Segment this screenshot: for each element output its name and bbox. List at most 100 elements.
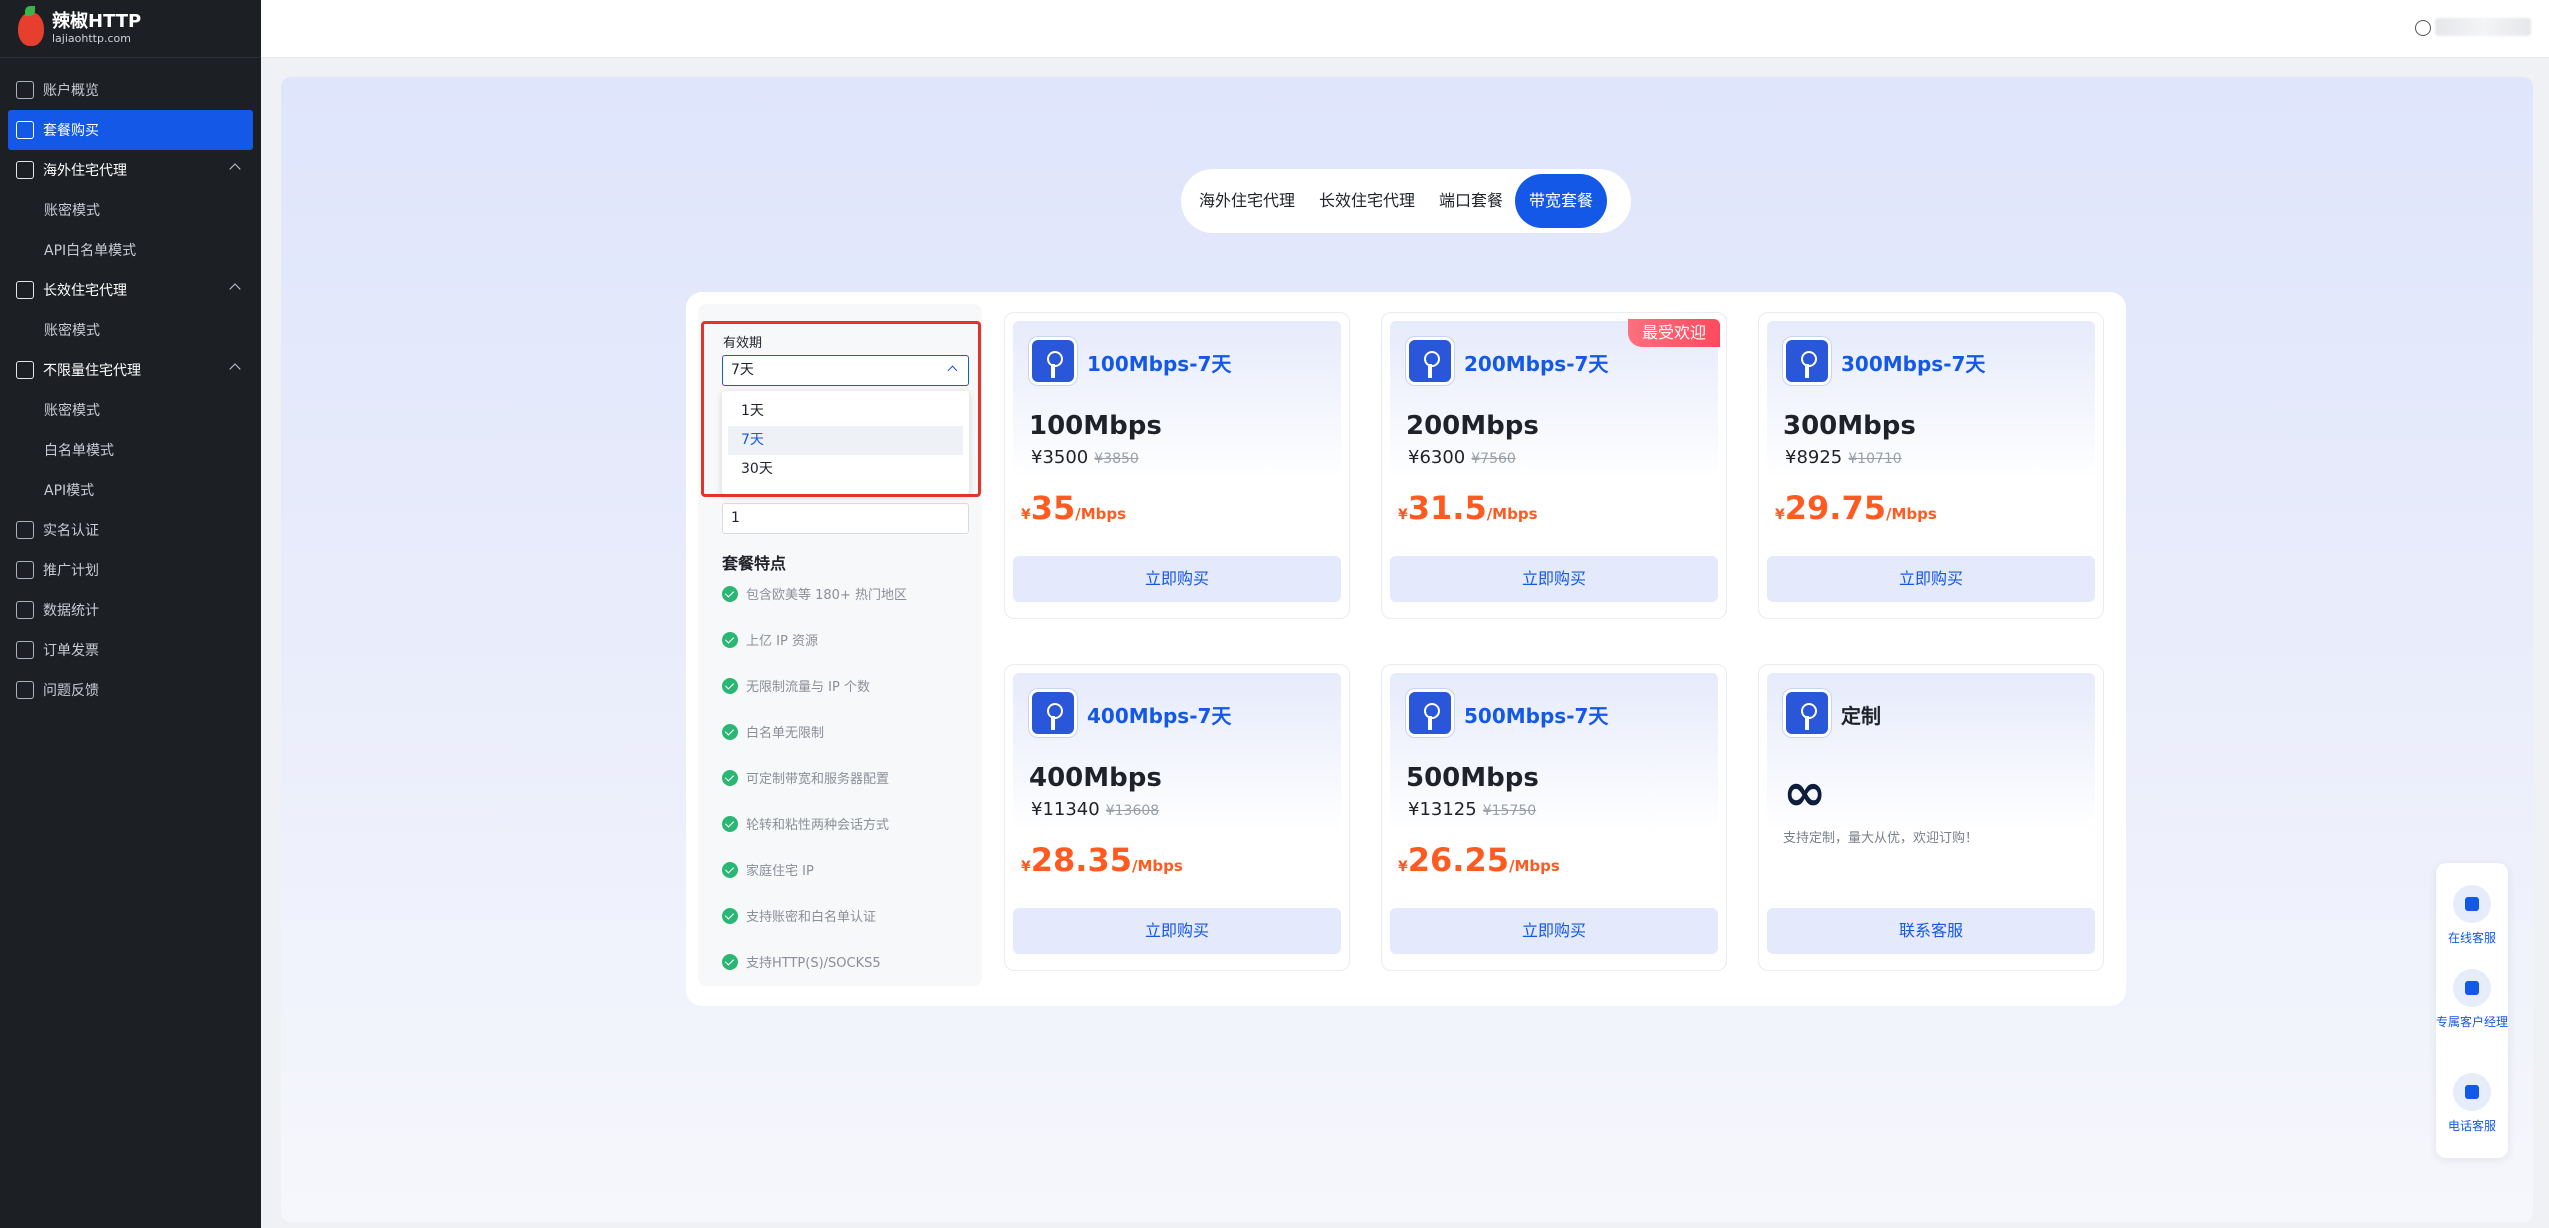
sidebar-item-label: 问题反馈: [43, 683, 99, 699]
buy-now-button[interactable]: 立即购买: [1390, 556, 1718, 602]
sidebar-group-overseas-residential[interactable]: 海外住宅代理: [0, 150, 261, 190]
tab-overseas-residential[interactable]: 海外住宅代理: [1187, 174, 1307, 228]
wallet-icon: [16, 121, 34, 139]
sidebar-item-statistics[interactable]: 数据统计: [0, 590, 261, 630]
buy-now-button[interactable]: 立即购买: [1013, 908, 1341, 954]
chevron-up-icon: [229, 163, 241, 175]
unit-price-suffix: /Mbps: [1131, 857, 1183, 875]
sidebar-item-label: 账户概览: [43, 83, 99, 99]
feature-text: 上亿 IP 资源: [746, 634, 818, 649]
account-manager-button[interactable]: 专属客户经理: [2436, 969, 2508, 1030]
phone-support-button[interactable]: 电话客服: [2436, 1073, 2508, 1134]
currency-symbol: ¥: [1021, 859, 1031, 875]
feature-text: 支持账密和白名单认证: [746, 910, 877, 925]
drop-icon: [16, 161, 34, 179]
plan-original-price: ¥10710: [1848, 451, 1902, 467]
sidebar-item-label: 推广计划: [43, 563, 99, 579]
online-support-label: 在线客服: [2447, 931, 2496, 945]
signal-tower-icon: [1029, 337, 1077, 385]
plan-name: 400Mbps-7天: [1087, 704, 1232, 728]
contact-support-button[interactable]: 联系客服: [1767, 908, 2095, 954]
plan-speed: 200Mbps: [1406, 411, 1539, 441]
sidebar-item-label: 不限量住宅代理: [43, 363, 141, 379]
plan-price: ¥6300 ¥7560: [1408, 447, 1516, 468]
sidebar-item-account-overview[interactable]: 账户概览: [0, 70, 261, 110]
plan-original-price: ¥3850: [1094, 451, 1139, 467]
unit-price-value: 28.35: [1030, 841, 1132, 879]
feature-text: 包含欧美等 180+ 热门地区: [746, 588, 907, 603]
plan-name: 300Mbps-7天: [1841, 352, 1986, 376]
sidebar-item-label: 实名认证: [43, 523, 99, 539]
online-support-button[interactable]: 在线客服: [2436, 885, 2508, 946]
sidebar-item-label: 长效住宅代理: [43, 283, 127, 299]
check-circle-icon: [722, 769, 738, 786]
feature-text: 无限制流量与 IP 个数: [746, 680, 870, 695]
quantity-input[interactable]: 1: [722, 503, 969, 534]
plan-card-header: 400Mbps-7天 400Mbps ¥11340 ¥13608: [1013, 673, 1341, 833]
user-icon[interactable]: [2415, 20, 2431, 36]
signal-tower-icon: [1029, 689, 1077, 737]
feature-item: 支持账密和白名单认证: [722, 906, 876, 925]
tab-bandwidth-package[interactable]: 带宽套餐: [1515, 174, 1608, 228]
sidebar-item-overseas-password-mode[interactable]: 账密模式: [0, 190, 261, 230]
sidebar-item-real-name-auth[interactable]: 实名认证: [0, 510, 261, 550]
plan-total-price: ¥13125: [1408, 799, 1477, 820]
sidebar-item-label: 数据统计: [43, 603, 99, 619]
signal-tower-icon: [1406, 689, 1454, 737]
plan-card-header: 500Mbps-7天 500Mbps ¥13125 ¥15750: [1390, 673, 1718, 833]
overview-icon: [16, 81, 34, 99]
username-blurred[interactable]: [2435, 18, 2531, 36]
sidebar-item-package-purchase[interactable]: 套餐购买: [8, 110, 253, 150]
unit-price-suffix: /Mbps: [1508, 857, 1560, 875]
feature-item: 支持HTTP(S)/SOCKS5: [722, 952, 881, 971]
sidebar-item-label: API白名单模式: [44, 243, 137, 259]
sidebar-nav: 账户概览 套餐购买 海外住宅代理 账密模式 API白名单模式 长效住宅代理 账密…: [0, 58, 261, 710]
feature-text: 支持HTTP(S)/SOCKS5: [746, 956, 881, 971]
chevron-up-icon: [229, 363, 241, 375]
plan-original-price: ¥15750: [1482, 803, 1537, 819]
sidebar-item-orders-invoices[interactable]: 订单发票: [0, 630, 261, 670]
tab-port-package[interactable]: 端口套餐: [1427, 174, 1515, 228]
custom-plan-card: 定制 ∞ 支持定制，量大从优，欢迎订购！ 联系客服: [1758, 664, 2104, 971]
monitor-icon: [16, 281, 34, 299]
plan-name: 100Mbps-7天: [1087, 352, 1232, 376]
sidebar-item-referral-program[interactable]: 推广计划: [0, 550, 261, 590]
plan-price: ¥11340 ¥13608: [1031, 799, 1159, 820]
top-bar: [261, 0, 2549, 58]
plan-total-price: ¥11340: [1031, 799, 1100, 820]
unit-price-suffix: /Mbps: [1885, 505, 1937, 523]
sidebar-group-long-term-residential[interactable]: 长效住宅代理: [0, 270, 261, 310]
sidebar-item-feedback[interactable]: 问题反馈: [0, 670, 261, 710]
buy-now-button[interactable]: 立即购买: [1767, 556, 2095, 602]
plan-name: 200Mbps-7天: [1464, 352, 1609, 376]
tab-long-term-residential[interactable]: 长效住宅代理: [1307, 174, 1427, 228]
sidebar-group-unlimited-residential[interactable]: 不限量住宅代理: [0, 350, 261, 390]
check-circle-icon: [722, 815, 738, 832]
unit-price-value: 35: [1030, 489, 1076, 527]
plan-card-header: 定制 ∞ 支持定制，量大从优，欢迎订购！: [1767, 673, 2095, 846]
buy-now-button[interactable]: 立即购买: [1013, 556, 1341, 602]
unit-price-suffix: /Mbps: [1486, 505, 1538, 523]
floating-service-menu: 在线客服 专属客户经理 电话客服: [2436, 863, 2508, 1158]
buy-now-button[interactable]: 立即购买: [1390, 908, 1718, 954]
signal-tower-icon: [1783, 689, 1831, 737]
sidebar-item-long-term-password-mode[interactable]: 账密模式: [0, 310, 261, 350]
plan-card-header: 100Mbps-7天 100Mbps ¥3500 ¥3850: [1013, 321, 1341, 481]
unit-price-value: 29.75: [1784, 489, 1886, 527]
features-title: 套餐特点: [722, 554, 787, 573]
check-circle-icon: [722, 585, 738, 602]
plan-price: ¥8925 ¥10710: [1785, 447, 1902, 468]
sidebar-item-label: 账密模式: [44, 403, 100, 419]
plan-card: 300Mbps-7天 300Mbps ¥8925 ¥10710 ¥29.75/Mb…: [1758, 312, 2104, 619]
sidebar-item-label: 账密模式: [44, 203, 100, 219]
sidebar-item-unlimited-password-mode[interactable]: 账密模式: [0, 390, 261, 430]
sidebar-item-overseas-api-whitelist[interactable]: API白名单模式: [0, 230, 261, 270]
plan-price: ¥13125 ¥15750: [1408, 799, 1536, 820]
sidebar-item-unlimited-api-mode[interactable]: API模式: [0, 470, 261, 510]
plan-price: ¥3500 ¥3850: [1031, 447, 1139, 468]
chat-icon: [2453, 885, 2491, 923]
logo[interactable]: 辣椒HTTP lajiaohttp.com: [0, 0, 261, 58]
app-subtitle: lajiaohttp.com: [52, 32, 131, 45]
check-circle-icon: [722, 723, 738, 740]
sidebar-item-unlimited-whitelist-mode[interactable]: 白名单模式: [0, 430, 261, 470]
